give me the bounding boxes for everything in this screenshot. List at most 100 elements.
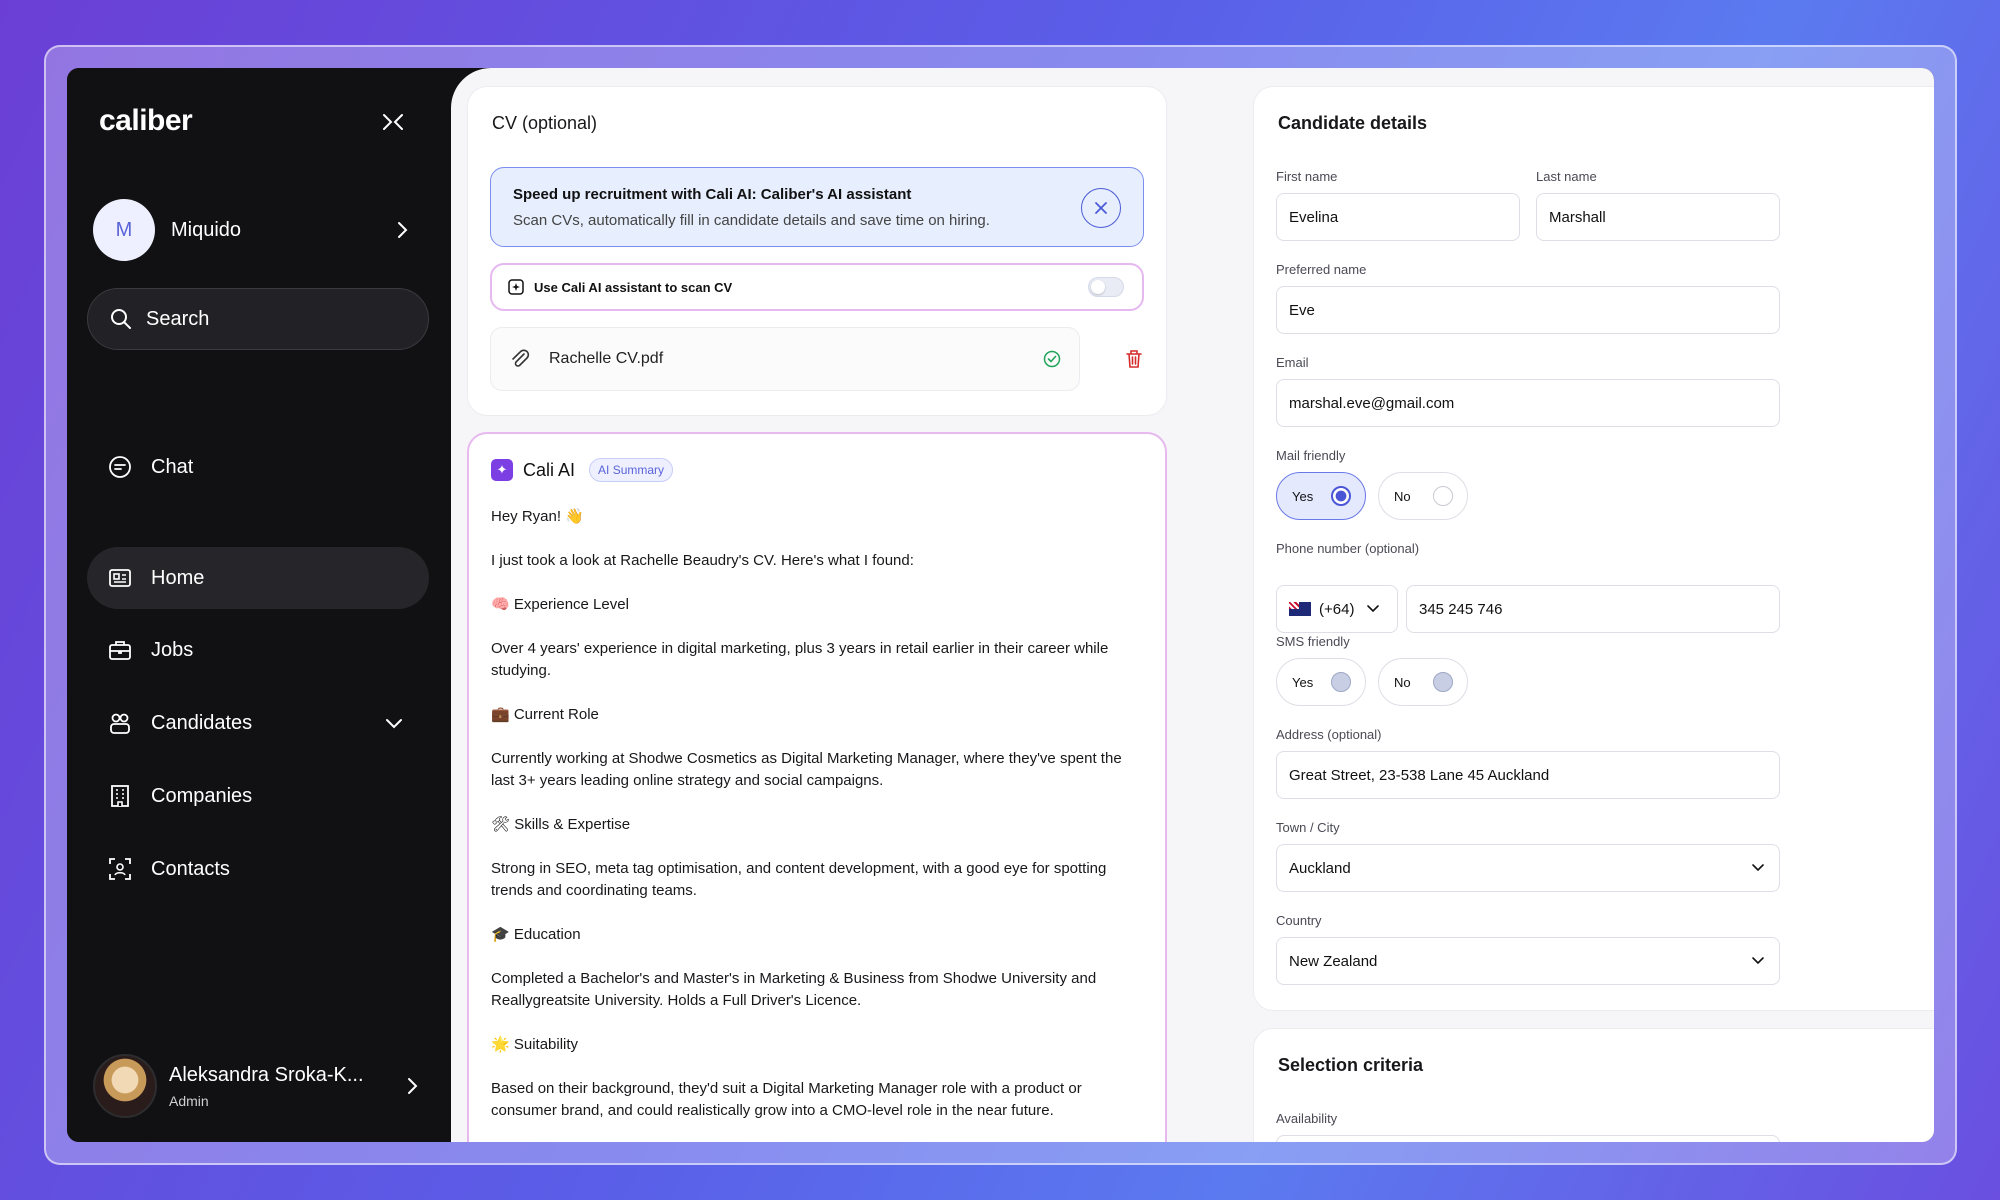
ai-heading-education: 🎓 Education — [491, 926, 581, 943]
nav-jobs[interactable]: Jobs — [87, 619, 429, 681]
ai-intro: I just took a look at Rachelle Beaudry's… — [491, 552, 914, 569]
mail-yes-label: Yes — [1292, 488, 1314, 504]
trash-icon — [1126, 350, 1142, 368]
phone-code-value: (+64) — [1319, 600, 1355, 618]
phone-label: Phone number (optional) — [1276, 541, 1420, 556]
chevron-down-icon — [1752, 957, 1764, 965]
availability-label: Availability — [1276, 1111, 1338, 1126]
sms-no-label: No — [1394, 674, 1411, 690]
nav-companies[interactable]: Companies — [87, 765, 429, 827]
first-name-value: Evelina — [1289, 208, 1339, 226]
app-logo: caliber — [99, 104, 193, 137]
home-icon — [107, 565, 133, 591]
chevron-right-icon — [408, 1078, 418, 1094]
phone-country-select[interactable]: (+64) — [1276, 585, 1398, 633]
user-profile[interactable]: Aleksandra Sroka-K... Admin — [93, 1053, 423, 1119]
cv-title: CV (optional) — [492, 113, 598, 133]
banner-subtitle: Scan CVs, automatically fill in candidat… — [513, 212, 990, 229]
selection-title: Selection criteria — [1278, 1055, 1424, 1075]
org-name: Miquido — [171, 218, 242, 241]
org-switcher[interactable]: M Miquido — [93, 198, 413, 262]
town-select[interactable]: Auckland — [1276, 844, 1780, 892]
user-role: Admin — [169, 1092, 209, 1109]
sms-friendly-label: SMS friendly — [1276, 634, 1350, 649]
mail-friendly-yes[interactable]: Yes — [1276, 472, 1366, 520]
ai-greeting: Hey Ryan! 👋 — [491, 508, 584, 525]
candidates-icon — [107, 710, 133, 736]
phone-number-field[interactable]: 345 245 746 — [1406, 585, 1780, 633]
preferred-name-value: Eve — [1289, 301, 1315, 319]
cv-file-name: Rachelle CV.pdf — [549, 350, 664, 367]
email-value: marshal.eve@gmail.com — [1289, 394, 1455, 412]
address-field[interactable]: Great Street, 23-538 Lane 45 Auckland — [1276, 751, 1780, 799]
nav-contacts[interactable]: Contacts — [87, 838, 429, 900]
chevron-down-icon[interactable] — [383, 712, 405, 734]
ai-title: Cali AI — [523, 459, 576, 480]
search-button[interactable]: Search — [87, 288, 429, 350]
first-name-field[interactable]: Evelina — [1276, 193, 1520, 241]
country-select[interactable]: New Zealand — [1276, 937, 1780, 985]
check-circle-icon — [1043, 350, 1061, 368]
chevron-down-icon — [1367, 605, 1380, 613]
address-value: Great Street, 23-538 Lane 45 Auckland — [1289, 766, 1550, 784]
cv-card: CV (optional) Speed up recruitment with … — [467, 86, 1167, 416]
mail-friendly-no[interactable]: No — [1378, 472, 1468, 520]
scan-cv-toggle-row[interactable]: Use Cali AI assistant to scan CV — [490, 263, 1144, 311]
radio-icon — [1433, 486, 1453, 506]
scan-cv-switch[interactable] — [1088, 277, 1124, 297]
paperclip-icon — [512, 349, 530, 367]
ai-text-role: Currently working at Shodwe Cosmetics as… — [491, 750, 1122, 789]
nav-chat[interactable]: Chat — [87, 436, 429, 498]
preferred-name-label: Preferred name — [1276, 262, 1367, 277]
delete-file-button[interactable] — [1120, 345, 1148, 373]
nav-candidates-label: Candidates — [151, 711, 253, 734]
avatar — [93, 1054, 157, 1118]
nav-home[interactable]: Home — [87, 547, 429, 609]
collapse-sidebar-icon[interactable] — [379, 108, 407, 136]
ai-heading-skills: 🛠 Skills & Expertise — [491, 816, 631, 833]
radio-icon — [1433, 672, 1453, 692]
availability-field[interactable] — [1276, 1135, 1780, 1142]
email-field[interactable]: marshal.eve@gmail.com — [1276, 379, 1780, 427]
last-name-field[interactable]: Marshall — [1536, 193, 1780, 241]
ai-sparkle-icon — [508, 279, 524, 295]
nav-home-label: Home — [151, 566, 205, 589]
sidebar: caliber M Miquido Search Chat Home Jobs … — [67, 68, 467, 1142]
sms-friendly-yes[interactable]: Yes — [1276, 658, 1366, 706]
ai-summary-card: ✦ Cali AI AI Summary Hey Ryan! 👋 I just … — [467, 432, 1167, 1142]
ai-summary-body: Hey Ryan! 👋 I just took a look at Rachel… — [491, 506, 1131, 1142]
mail-friendly-label: Mail friendly — [1276, 448, 1346, 463]
nav-contacts-label: Contacts — [151, 857, 230, 880]
details-title: Candidate details — [1278, 113, 1428, 133]
org-avatar: M — [93, 199, 155, 261]
user-name: Aleksandra Sroka-K... — [169, 1063, 364, 1086]
nav-chat-label: Chat — [151, 455, 194, 478]
town-label: Town / City — [1276, 820, 1340, 835]
ai-text-suitability: Based on their background, they'd suit a… — [491, 1080, 1082, 1119]
radio-selected-icon — [1331, 486, 1351, 506]
ai-text-skills: Strong in SEO, meta tag optimisation, an… — [491, 860, 1107, 899]
close-banner-button[interactable] — [1081, 188, 1121, 228]
nav-candidates[interactable]: Candidates — [87, 692, 429, 754]
main-content: CV (optional) Speed up recruitment with … — [451, 68, 1934, 1142]
ai-heading-role: 💼 Current Role — [491, 706, 599, 723]
candidate-details-card: Candidate details First name Evelina Las… — [1253, 86, 1934, 1011]
last-name-value: Marshall — [1549, 208, 1606, 226]
cali-ai-banner: Speed up recruitment with Cali AI: Calib… — [490, 167, 1144, 247]
preferred-name-field[interactable]: Eve — [1276, 286, 1780, 334]
radio-icon — [1331, 672, 1351, 692]
contacts-icon — [107, 856, 133, 882]
chevron-down-icon — [1752, 864, 1764, 872]
sms-friendly-no[interactable]: No — [1378, 658, 1468, 706]
cv-file-row[interactable]: Rachelle CV.pdf — [490, 327, 1080, 391]
last-name-label: Last name — [1536, 169, 1597, 184]
chat-icon — [107, 454, 133, 480]
ai-summary-badge: AI Summary — [589, 458, 674, 482]
scan-cv-label: Use Cali AI assistant to scan CV — [534, 279, 733, 295]
phone-number-value: 345 245 746 — [1419, 600, 1503, 618]
sms-yes-label: Yes — [1292, 674, 1314, 690]
search-icon — [111, 309, 131, 329]
town-value: Auckland — [1289, 859, 1351, 877]
address-label: Address (optional) — [1276, 727, 1382, 742]
search-label: Search — [146, 307, 210, 330]
